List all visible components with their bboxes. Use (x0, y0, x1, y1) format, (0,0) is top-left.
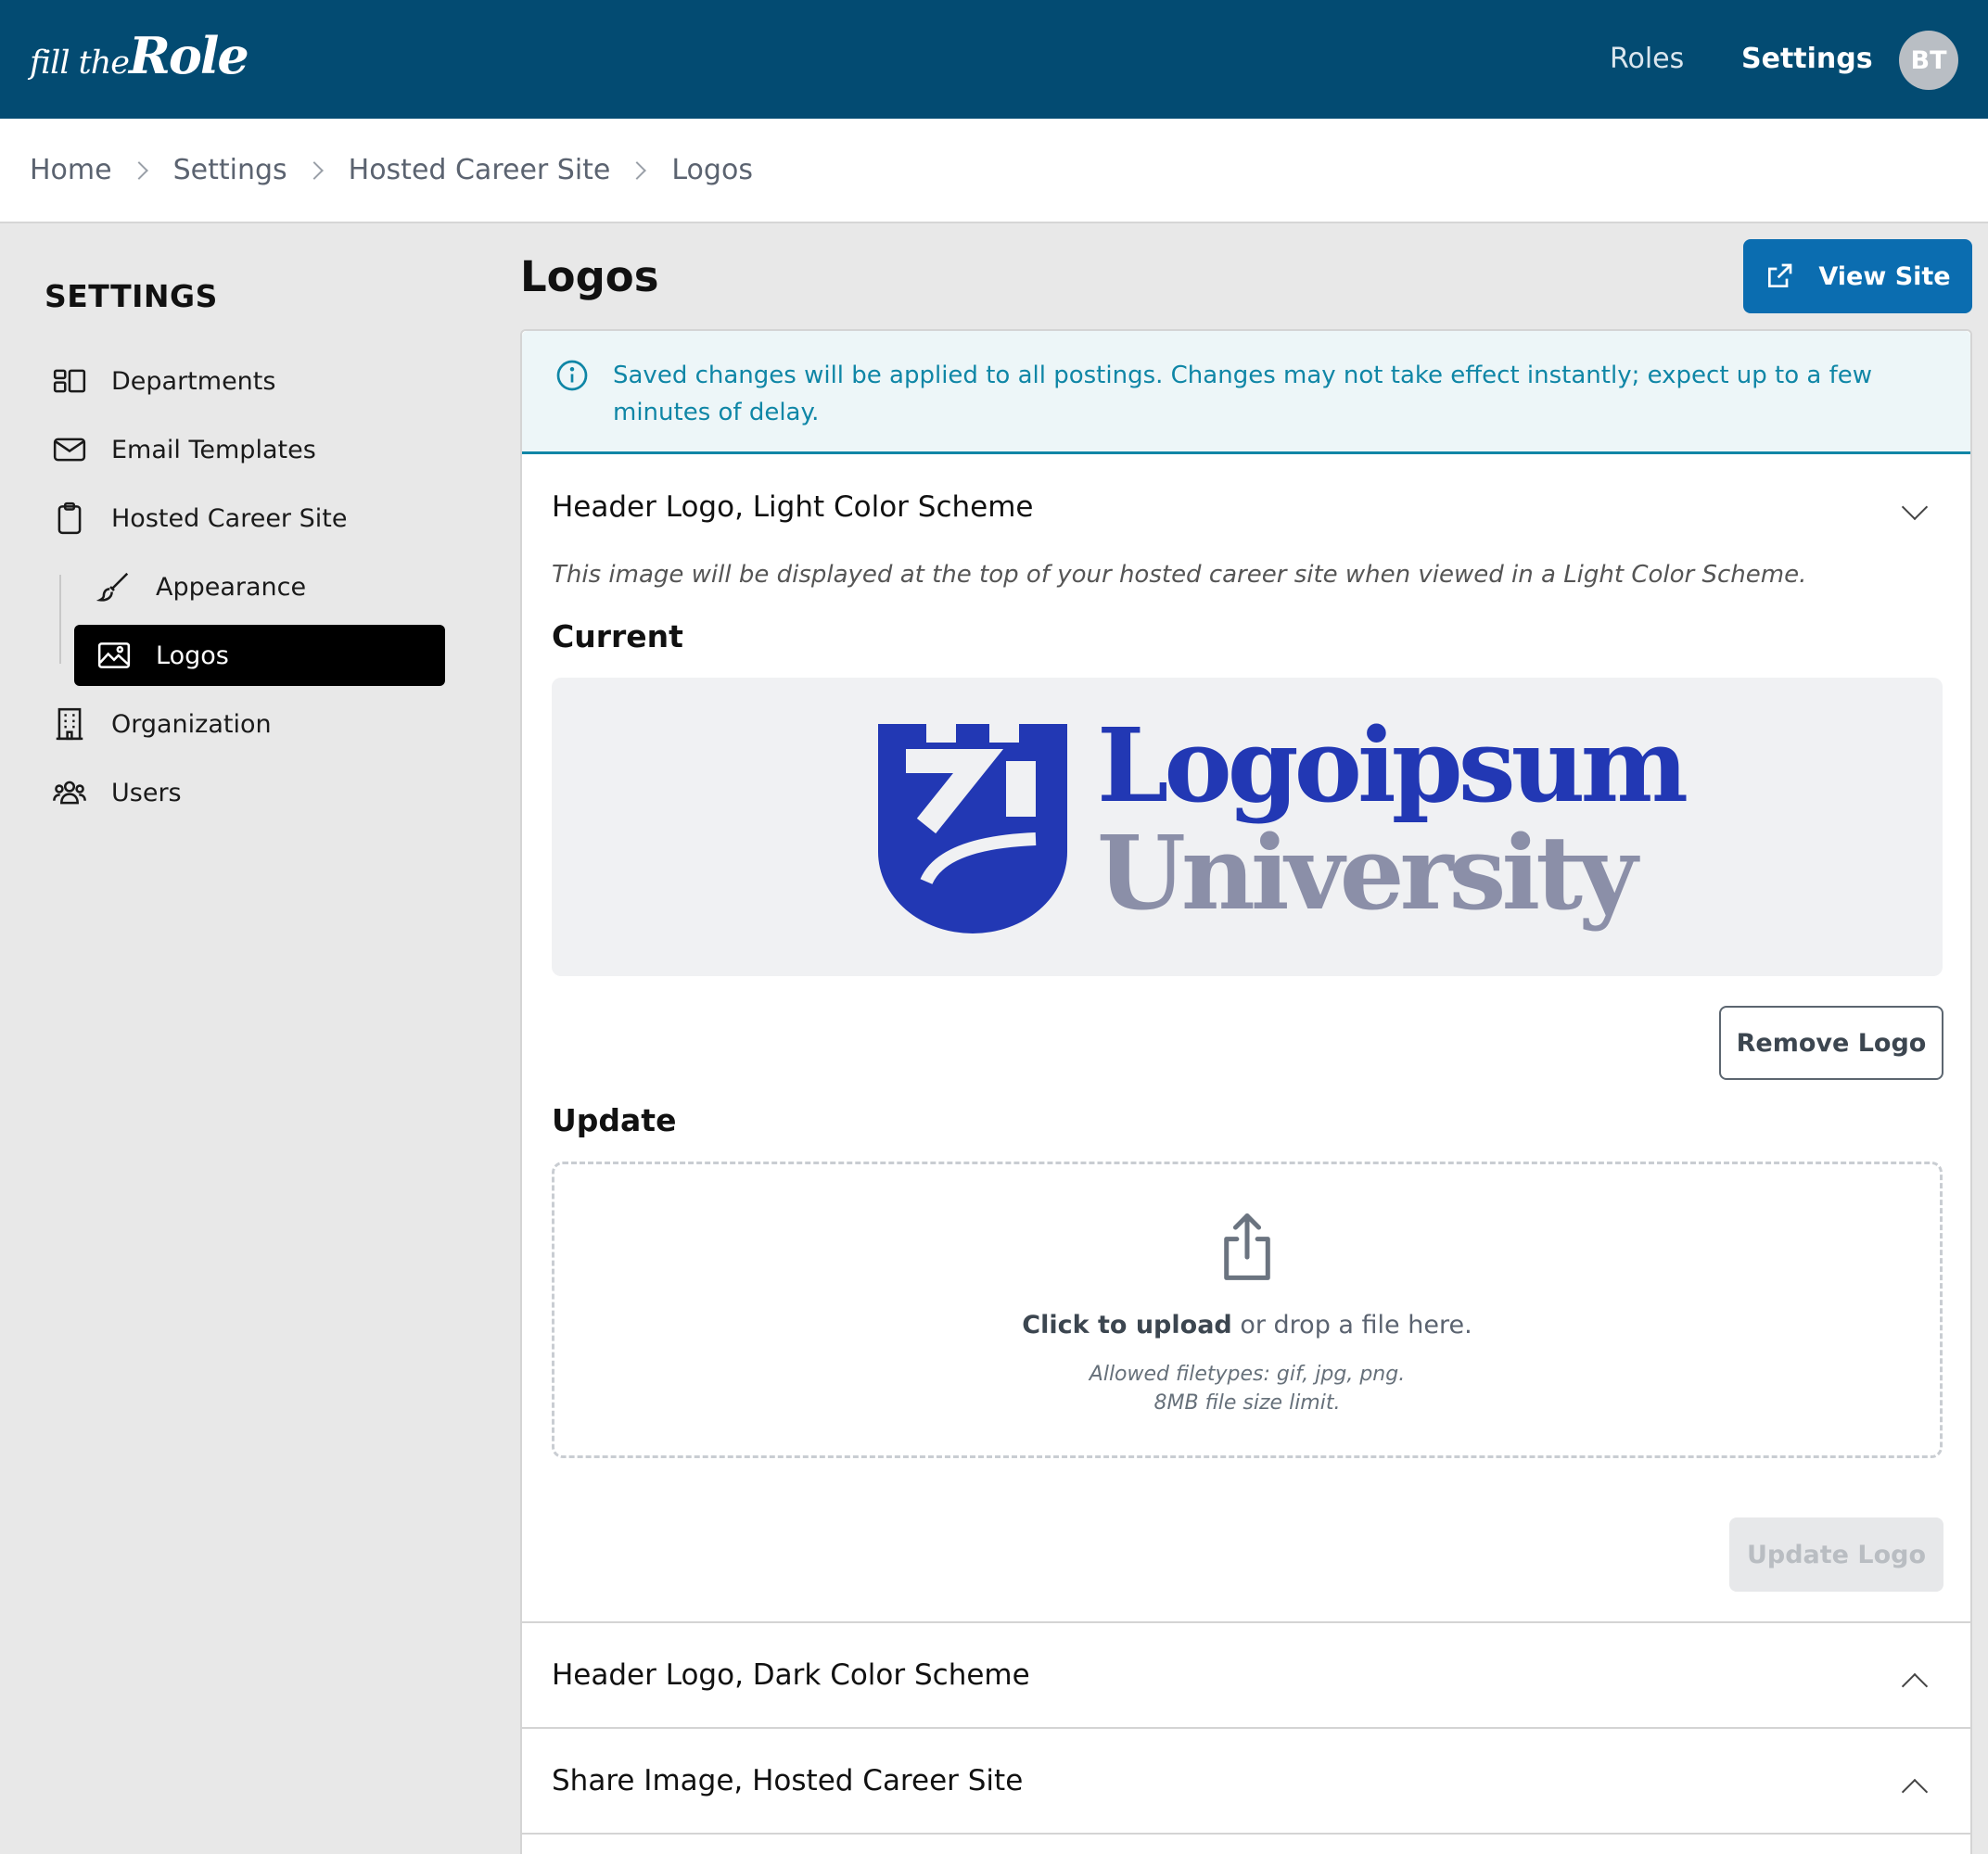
page-title: Logos (520, 252, 659, 301)
brand-logo-main: Role (128, 26, 249, 85)
sidebar-item-logos[interactable]: Logos (96, 625, 229, 686)
section-divider (522, 1727, 1970, 1729)
sidebar-item-label: Email Templates (111, 435, 316, 464)
chevron-down-icon[interactable] (1901, 493, 1929, 521)
upload-instruction: Click to upload or drop a file here. (554, 1311, 1940, 1340)
users-icon (53, 781, 86, 805)
section-divider (522, 1621, 1970, 1623)
sidebar-item-hosted-career-site[interactable]: Hosted Career Site (52, 488, 347, 549)
info-message: Saved changes will be applied to all pos… (613, 362, 1873, 426)
breadcrumb-bar: Home Settings Hosted Career Site Logos (0, 119, 1988, 223)
chevron-up-icon[interactable] (1901, 1778, 1929, 1806)
current-logo-preview: Logoipsum University (552, 678, 1943, 976)
upload-filetypes: Allowed filetypes: gif, jpg, png. (1089, 1363, 1406, 1386)
breadcrumb: Home Settings Hosted Career Site Logos (30, 154, 753, 186)
breadcrumb-settings[interactable]: Settings (173, 154, 287, 186)
section-header-light-logo[interactable]: Header Logo, Light Color Scheme (552, 490, 1034, 524)
breadcrumb-hosted-career-site[interactable]: Hosted Career Site (349, 154, 611, 186)
chevron-right-icon (129, 160, 148, 180)
info-icon (556, 360, 588, 391)
sidebar-item-appearance[interactable]: Appearance (96, 556, 306, 617)
chevron-right-icon (628, 160, 647, 180)
external-link-icon (1768, 263, 1792, 287)
clipboard-icon (57, 502, 82, 535)
upload-instruction-rest: or drop a file here. (1231, 1311, 1472, 1340)
logos-card: Saved changes will be applied to all pos… (520, 329, 1972, 1854)
sidebar-item-label: Appearance (156, 572, 307, 602)
brand-logo-prefix: fill the (30, 44, 130, 82)
section-header-dark-logo[interactable]: Header Logo, Dark Color Scheme (552, 1658, 1030, 1692)
sidebar-item-label: Departments (111, 366, 276, 396)
chevron-right-icon (304, 160, 324, 180)
section-divider (522, 1833, 1970, 1835)
upload-size-limit: 8MB file size limit. (1153, 1391, 1341, 1415)
logo-wordmark-line2: University (1097, 813, 1638, 933)
top-navbar: fill theRole Roles Settings BT (0, 0, 1988, 119)
building-icon (56, 707, 83, 741)
update-heading: Update (552, 1102, 677, 1138)
brand-logo[interactable]: fill theRole (30, 26, 249, 85)
nav-roles-link[interactable]: Roles (1610, 43, 1684, 75)
view-site-button[interactable]: View Site (1743, 239, 1972, 313)
update-logo-button[interactable]: Update Logo (1729, 1517, 1943, 1592)
current-heading: Current (552, 618, 683, 654)
sidebar-item-label: Users (111, 778, 182, 807)
section-header-share-image[interactable]: Share Image, Hosted Career Site (552, 1764, 1023, 1797)
tree-line (59, 575, 61, 664)
sidebar-item-label: Organization (111, 709, 272, 739)
sidebar-item-label: Hosted Career Site (111, 503, 348, 533)
breadcrumb-logos: Logos (671, 154, 753, 186)
image-icon (97, 642, 131, 668)
upload-icon (1224, 1213, 1270, 1280)
remove-logo-button[interactable]: Remove Logo (1719, 1006, 1943, 1080)
view-site-label: View Site (1818, 261, 1951, 291)
user-avatar[interactable]: BT (1899, 31, 1958, 90)
paintbrush-icon (96, 572, 129, 602)
sidebar-item-users[interactable]: Users (52, 762, 182, 823)
nav-settings-link[interactable]: Settings (1741, 43, 1873, 75)
sidebar-item-departments[interactable]: Departments (52, 350, 275, 412)
section-description: This image will be displayed at the top … (552, 561, 1807, 589)
chevron-up-icon[interactable] (1901, 1672, 1929, 1700)
logo-wordmark-line1: Logoipsum (1097, 705, 1689, 825)
sidebar-item-organization[interactable]: Organization (52, 693, 272, 755)
info-alert: Saved changes will be applied to all pos… (522, 331, 1970, 454)
sidebar-item-label: Logos (156, 641, 229, 670)
envelope-icon (53, 438, 86, 462)
click-to-upload-link[interactable]: Click to upload (1022, 1311, 1231, 1340)
sidebar-title: SETTINGS (45, 278, 218, 314)
logo-shield-icon (878, 724, 1067, 933)
departments-icon (53, 369, 86, 393)
upload-dropzone[interactable]: Click to upload or drop a file here. All… (552, 1162, 1943, 1458)
breadcrumb-home[interactable]: Home (30, 154, 112, 186)
sidebar-item-email-templates[interactable]: Email Templates (52, 419, 316, 480)
